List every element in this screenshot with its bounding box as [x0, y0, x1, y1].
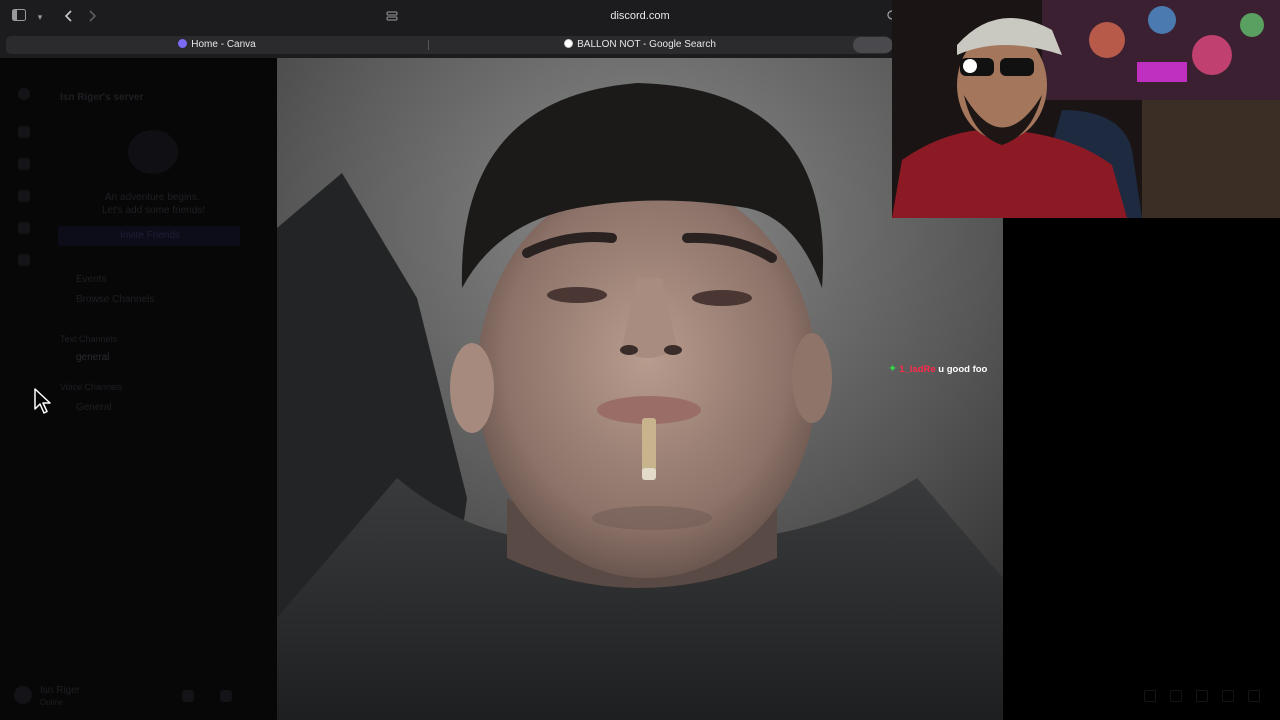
welcome-line-1: An adventure begins. — [105, 192, 200, 203]
text-channels-header[interactable]: Text Channels — [60, 334, 117, 344]
chat-text: u good foo — [938, 364, 988, 375]
pin-icon[interactable] — [1222, 690, 1234, 702]
voice-channel-general[interactable]: General — [76, 402, 112, 413]
server-icon[interactable] — [18, 158, 30, 170]
invite-button-label: Invite Friends — [120, 230, 181, 241]
sparkle-badge-icon: ✦ — [888, 363, 898, 375]
settings-icon[interactable] — [220, 690, 232, 702]
inbox-icon[interactable] — [1144, 690, 1156, 702]
discord-logo-icon[interactable] — [18, 88, 30, 100]
user-status: Online — [40, 698, 64, 707]
tab-label: Home - Canva — [191, 39, 256, 50]
chat-message: ✦ 1_ladRe u good foo — [888, 362, 987, 376]
chat-username: 1_ladRe — [899, 364, 936, 375]
address-bar[interactable]: discord.com — [380, 6, 900, 28]
chevron-down-icon[interactable]: ▾ — [32, 9, 48, 25]
server-name[interactable]: Isn Riger's server — [60, 92, 144, 103]
user-name: Isn Riger — [40, 685, 81, 696]
canva-favicon-icon — [178, 39, 188, 48]
events-item[interactable]: Events — [76, 274, 107, 285]
download-icon[interactable] — [18, 254, 30, 266]
invite-friends-button[interactable]: Invite Friends — [58, 226, 240, 246]
mouse-cursor-icon — [33, 388, 53, 416]
welcome-illustration — [128, 130, 178, 174]
welcome-line-2: Let's add some friends! — [102, 205, 206, 216]
avatar[interactable] — [14, 686, 32, 704]
explore-icon[interactable] — [18, 222, 30, 234]
google-favicon-icon — [564, 39, 574, 48]
forward-icon[interactable] — [84, 9, 100, 25]
channel-general[interactable]: general — [76, 352, 109, 363]
tab-label: BALLON NOT - Google Search — [577, 39, 716, 50]
tab-strip: Home - Canva BALLON NOT - Google Search — [6, 36, 890, 54]
address-text: discord.com — [610, 10, 670, 22]
members-icon[interactable] — [1196, 690, 1208, 702]
back-icon[interactable] — [61, 9, 77, 25]
mic-icon[interactable] — [182, 690, 194, 702]
webcam-image — [892, 0, 1280, 218]
tab-google-search[interactable]: BALLON NOT - Google Search — [429, 36, 851, 54]
threads-icon[interactable] — [1170, 690, 1182, 702]
voice-channels-header[interactable]: Voice Channels — [60, 382, 123, 392]
server-icon[interactable] — [18, 126, 30, 138]
add-server-icon[interactable] — [18, 190, 30, 202]
help-icon[interactable] — [1248, 690, 1260, 702]
active-tab-pill[interactable] — [853, 37, 893, 53]
tab-canva[interactable]: Home - Canva — [6, 36, 428, 54]
sidebar-toggle-icon[interactable] — [11, 9, 27, 25]
webcam-overlay — [892, 0, 1280, 218]
browse-channels-item[interactable]: Browse Channels — [76, 294, 154, 305]
